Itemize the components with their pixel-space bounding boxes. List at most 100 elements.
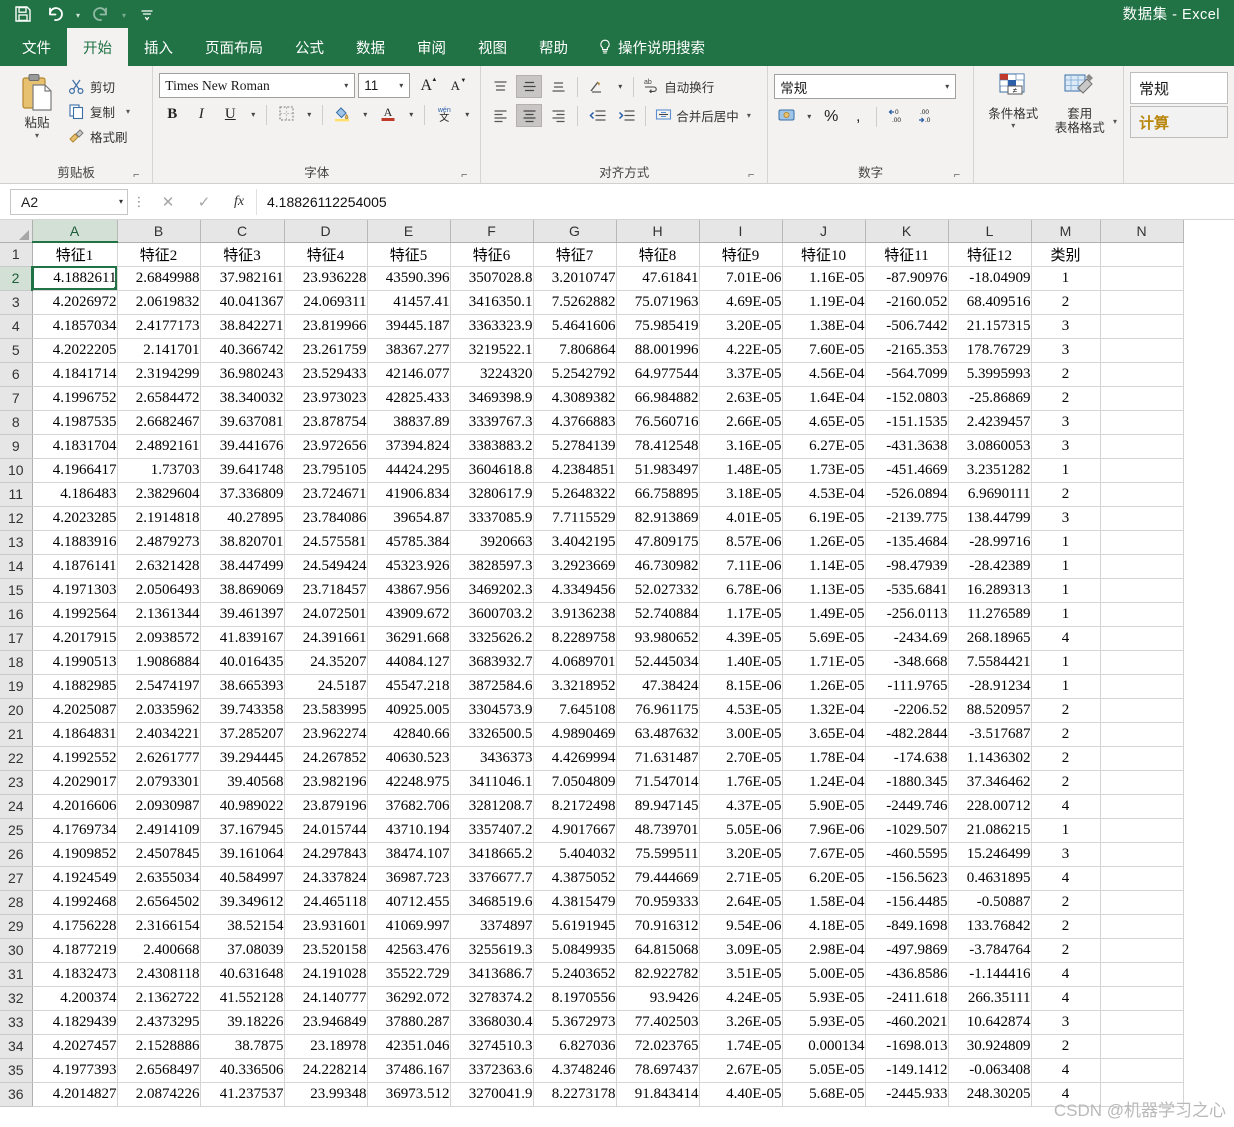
cell-J18[interactable]: 1.71E-05 xyxy=(782,650,866,675)
cell-A6[interactable]: 4.1841714 xyxy=(32,362,118,387)
fill-handle[interactable] xyxy=(113,286,116,289)
cell-I22[interactable]: 2.70E-05 xyxy=(699,746,783,771)
row-header-28[interactable]: 28 xyxy=(0,890,33,915)
cell-C32[interactable]: 41.552128 xyxy=(200,986,285,1011)
cell-B26[interactable]: 2.4507845 xyxy=(117,842,201,867)
cell-H8[interactable]: 76.560716 xyxy=(616,410,700,435)
cell-B15[interactable]: 2.0506493 xyxy=(117,578,201,603)
cell-K15[interactable]: -535.6841 xyxy=(865,578,949,603)
paste-button[interactable]: 粘贴 ▾ xyxy=(6,70,68,140)
cell-K35[interactable]: -149.1412 xyxy=(865,1058,949,1083)
cell-B7[interactable]: 2.6584472 xyxy=(117,386,201,411)
cell-G16[interactable]: 3.9136238 xyxy=(533,602,617,627)
cell-C30[interactable]: 37.08039 xyxy=(200,938,285,963)
cell-A15[interactable]: 4.1971303 xyxy=(32,578,118,603)
cell-J1[interactable]: 特征10 xyxy=(782,242,866,267)
cell-M19[interactable]: 1 xyxy=(1031,674,1101,699)
cell-A8[interactable]: 4.1987535 xyxy=(32,410,118,435)
cell-A20[interactable]: 4.2025087 xyxy=(32,698,118,723)
cell-G32[interactable]: 8.1970556 xyxy=(533,986,617,1011)
cell-J7[interactable]: 1.64E-04 xyxy=(782,386,866,411)
table-row[interactable]: 30 4.1877219 2.400668 37.08039 23.520158 4256… xyxy=(0,938,1184,963)
cell-A1[interactable]: 特征1 xyxy=(32,242,118,267)
cell-K5[interactable]: -2165.353 xyxy=(865,338,949,363)
conditional-formatting-button[interactable]: ≠ 条件格式 ▾ xyxy=(980,70,1046,130)
cell-M12[interactable]: 3 xyxy=(1031,506,1101,531)
cell-A36[interactable]: 4.2014827 xyxy=(32,1082,118,1107)
align-center-button[interactable] xyxy=(516,104,543,127)
cell-L25[interactable]: 21.086215 xyxy=(948,818,1032,843)
cell-A10[interactable]: 4.1966417 xyxy=(32,458,118,483)
tab-review[interactable]: 审阅 xyxy=(401,28,462,66)
cell-F9[interactable]: 3383883.2 xyxy=(450,434,534,459)
row-header-2[interactable]: 2 xyxy=(0,266,33,291)
cell-L22[interactable]: 1.1436302 xyxy=(948,746,1032,771)
table-row[interactable]: 27 4.1924549 2.6355034 40.584997 24.337824 36… xyxy=(0,866,1184,891)
cell-I9[interactable]: 3.16E-05 xyxy=(699,434,783,459)
cell-I36[interactable]: 4.40E-05 xyxy=(699,1082,783,1107)
cell-M11[interactable]: 2 xyxy=(1031,482,1101,507)
cell-A12[interactable]: 4.2023285 xyxy=(32,506,118,531)
cell-M6[interactable]: 2 xyxy=(1031,362,1101,387)
cell-A13[interactable]: 4.1883916 xyxy=(32,530,118,555)
cell-K31[interactable]: -436.8586 xyxy=(865,962,949,987)
cell-L27[interactable]: 0.4631895 xyxy=(948,866,1032,891)
row-header-21[interactable]: 21 xyxy=(0,722,33,747)
cell-I15[interactable]: 6.78E-06 xyxy=(699,578,783,603)
cell-H19[interactable]: 47.38424 xyxy=(616,674,700,699)
cell-F30[interactable]: 3255619.3 xyxy=(450,938,534,963)
cell-M3[interactable]: 2 xyxy=(1031,290,1101,315)
cell-D32[interactable]: 24.140777 xyxy=(284,986,368,1011)
cell-D11[interactable]: 23.724671 xyxy=(284,482,368,507)
row-header-9[interactable]: 9 xyxy=(0,434,33,459)
cell-E17[interactable]: 36291.668 xyxy=(367,626,451,651)
cell-M10[interactable]: 1 xyxy=(1031,458,1101,483)
cell-L29[interactable]: 133.76842 xyxy=(948,914,1032,939)
cell-I24[interactable]: 4.37E-05 xyxy=(699,794,783,819)
cell-A28[interactable]: 4.1992468 xyxy=(32,890,118,915)
cell-K6[interactable]: -564.7099 xyxy=(865,362,949,387)
cell-K32[interactable]: -2411.618 xyxy=(865,986,949,1011)
cell-L10[interactable]: 3.2351282 xyxy=(948,458,1032,483)
row-header-33[interactable]: 33 xyxy=(0,1010,33,1035)
cell-A19[interactable]: 4.1882985 xyxy=(32,674,118,699)
cell-K14[interactable]: -98.47939 xyxy=(865,554,949,579)
cell-G10[interactable]: 4.2384851 xyxy=(533,458,617,483)
tab-view[interactable]: 视图 xyxy=(462,28,523,66)
cell-J35[interactable]: 5.05E-05 xyxy=(782,1058,866,1083)
cell-B22[interactable]: 2.6261777 xyxy=(117,746,201,771)
cell-I30[interactable]: 3.09E-05 xyxy=(699,938,783,963)
percent-style-button[interactable]: % xyxy=(819,105,843,129)
cell-G8[interactable]: 4.3766883 xyxy=(533,410,617,435)
row-header-10[interactable]: 10 xyxy=(0,458,33,483)
cell-B33[interactable]: 2.4373295 xyxy=(117,1010,201,1035)
table-row[interactable]: 8 4.1987535 2.6682467 39.637081 23.878754 388… xyxy=(0,410,1184,435)
row-header-6[interactable]: 6 xyxy=(0,362,33,387)
cell-H16[interactable]: 52.740884 xyxy=(616,602,700,627)
row-header-12[interactable]: 12 xyxy=(0,506,33,531)
cell-M4[interactable]: 3 xyxy=(1031,314,1101,339)
tab-insert[interactable]: 插入 xyxy=(128,28,189,66)
cell-E9[interactable]: 37394.824 xyxy=(367,434,451,459)
underline-dropdown-icon[interactable]: ▾ xyxy=(246,102,260,127)
cell-L5[interactable]: 178.76729 xyxy=(948,338,1032,363)
cell-D34[interactable]: 23.18978 xyxy=(284,1034,368,1059)
cell-B5[interactable]: 2.141701 xyxy=(117,338,201,363)
fill-color-dropdown-icon[interactable]: ▾ xyxy=(358,102,372,127)
cell-M5[interactable]: 3 xyxy=(1031,338,1101,363)
cell-B21[interactable]: 2.4034221 xyxy=(117,722,201,747)
cell-G26[interactable]: 5.404032 xyxy=(533,842,617,867)
cell-C31[interactable]: 40.631648 xyxy=(200,962,285,987)
cell-K20[interactable]: -2206.52 xyxy=(865,698,949,723)
cell-C11[interactable]: 37.336809 xyxy=(200,482,285,507)
cell-M13[interactable]: 1 xyxy=(1031,530,1101,555)
cell-B11[interactable]: 2.3829604 xyxy=(117,482,201,507)
cell-J20[interactable]: 1.32E-04 xyxy=(782,698,866,723)
table-row[interactable]: 15 4.1971303 2.0506493 38.869069 23.718457 43… xyxy=(0,578,1184,603)
cell-C4[interactable]: 38.842271 xyxy=(200,314,285,339)
cell-J9[interactable]: 6.27E-05 xyxy=(782,434,866,459)
table-row[interactable]: 31 4.1832473 2.4308118 40.631648 24.191028 35… xyxy=(0,962,1184,987)
cell-C21[interactable]: 37.285207 xyxy=(200,722,285,747)
cell-D22[interactable]: 24.267852 xyxy=(284,746,368,771)
cell-H28[interactable]: 70.959333 xyxy=(616,890,700,915)
